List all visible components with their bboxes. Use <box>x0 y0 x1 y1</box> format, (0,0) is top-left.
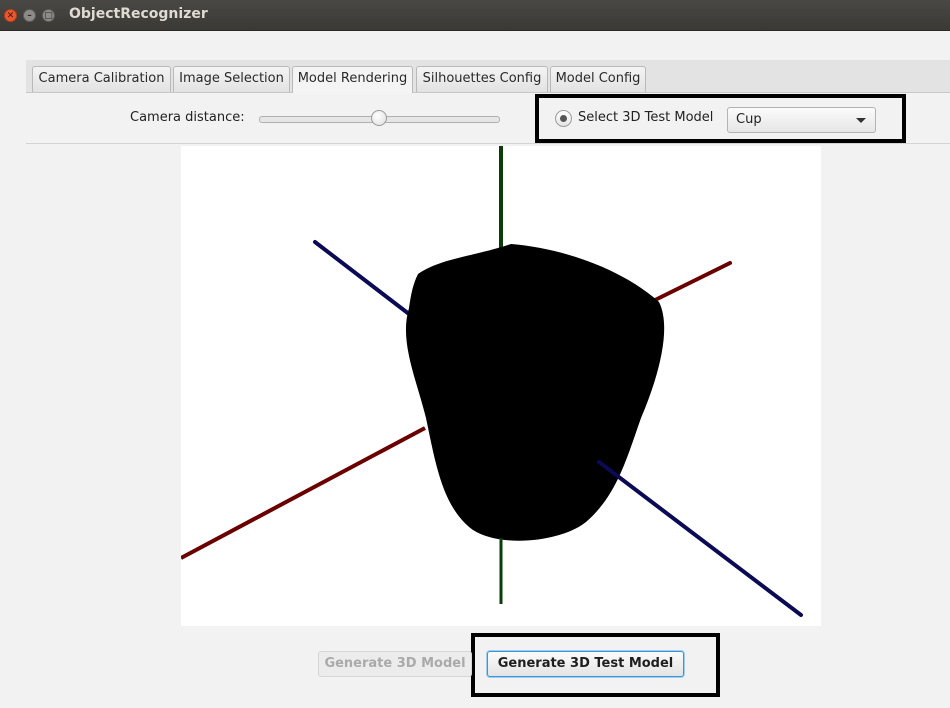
tab-model-rendering[interactable]: Model Rendering <box>292 66 413 93</box>
tab-camera-calibration[interactable]: Camera Calibration <box>32 66 171 92</box>
camera-distance-slider-thumb[interactable] <box>370 110 387 126</box>
generate-3d-test-model-button[interactable]: Generate 3D Test Model <box>487 651 684 677</box>
camera-distance-label: Camera distance: <box>130 110 245 125</box>
tab-strip: Camera Calibration Image Selection Model… <box>26 60 950 93</box>
tab-silhouettes-config[interactable]: Silhouettes Config <box>416 66 548 92</box>
chevron-down-icon <box>856 118 866 123</box>
z-axis-front-segment <box>597 460 803 617</box>
window-maximize-button[interactable]: □ <box>42 9 55 22</box>
window-close-button[interactable]: ✕ <box>4 9 17 22</box>
test-model-dropdown-value: Cup <box>736 112 762 127</box>
select-test-model-label[interactable]: Select 3D Test Model <box>578 110 713 125</box>
select-test-model-radio[interactable] <box>555 110 572 127</box>
tab-model-config[interactable]: Model Config <box>550 66 646 92</box>
window-minimize-button[interactable]: – <box>23 9 36 22</box>
generate-3d-model-button[interactable]: Generate 3D Model <box>318 651 472 677</box>
window-title: ObjectRecognizer <box>69 6 208 22</box>
title-bar: ✕ – □ ObjectRecognizer <box>0 0 950 31</box>
model-rendering-viewport[interactable] <box>181 146 821 626</box>
radio-selected-dot <box>560 115 567 122</box>
test-model-dropdown[interactable]: Cup <box>727 107 876 133</box>
model-rendering-canvas <box>181 146 803 617</box>
x-axis-back-segment <box>649 261 732 304</box>
z-axis-back-segment <box>313 240 411 316</box>
x-axis-front-segment <box>181 426 426 560</box>
cup-model-silhouette <box>405 244 665 541</box>
tab-image-selection[interactable]: Image Selection <box>173 66 290 92</box>
